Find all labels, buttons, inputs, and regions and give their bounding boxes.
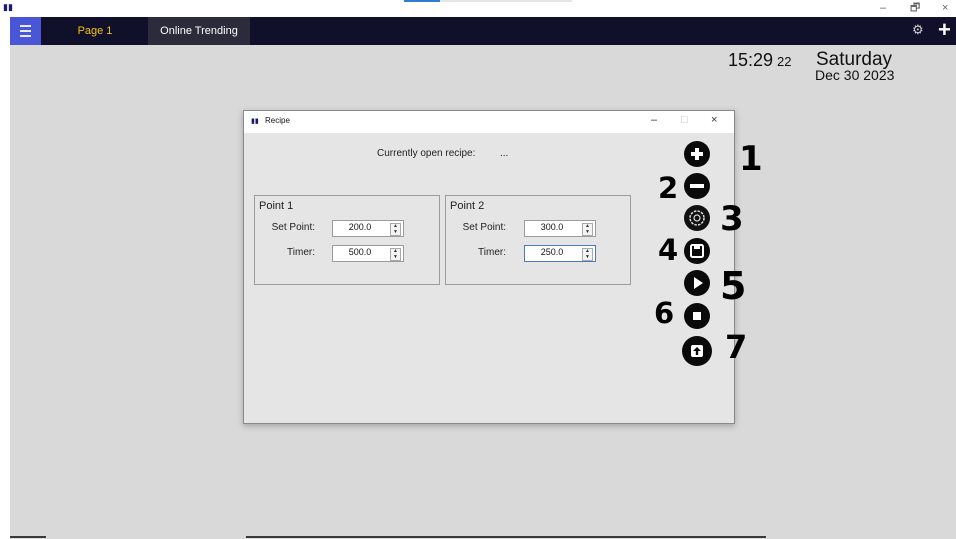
dialog-app-icon: ▮▮: [251, 118, 259, 125]
step-number-1: 1: [739, 139, 763, 179]
play-icon[interactable]: [684, 270, 710, 296]
bottom-scroll-segment: [246, 536, 766, 538]
dialog-maximize-button[interactable]: □: [681, 114, 688, 126]
open-recipe-value: ...: [500, 148, 509, 159]
open-recipe-label: Currently open recipe:: [377, 148, 476, 159]
dialog-minimize-button[interactable]: –: [651, 114, 657, 126]
point-2-timer-input[interactable]: 250.0 ▲ ▼: [524, 245, 596, 262]
recipe-dialog: ▮▮ Recipe – □ × Currently open recipe: .…: [243, 110, 763, 424]
point-1-timer-input[interactable]: 500.0 ▲ ▼: [332, 245, 404, 262]
plus-icon[interactable]: +: [938, 18, 951, 42]
clock-hours-minutes: 15:29: [728, 50, 774, 70]
title-progress-track: [440, 0, 572, 2]
point-2-timer-label: Timer:: [478, 247, 506, 258]
window-close-button[interactable]: ×: [942, 0, 948, 16]
point-2-set-point-input[interactable]: 300.0 ▲ ▼: [524, 220, 596, 237]
clock-date: Dec 30 2023: [815, 67, 895, 83]
hamburger-icon-bar: [20, 30, 31, 32]
point-2-set-point-value: 300.0: [540, 222, 564, 232]
hamburger-icon: [20, 25, 31, 27]
gear-icon[interactable]: ⚙: [912, 22, 924, 38]
upload-icon[interactable]: [682, 336, 712, 366]
save-icon[interactable]: [684, 238, 710, 264]
step-number-6: 6: [654, 296, 675, 330]
recipe-dialog-title: Recipe: [265, 116, 290, 125]
step-number-4: 4: [658, 233, 679, 267]
point-2-set-point-label: Set Point:: [462, 222, 506, 233]
clock-seconds: 22: [777, 54, 792, 69]
point-2-title: Point 2: [450, 200, 485, 212]
step-number-7: 7: [725, 328, 748, 366]
dialog-close-button[interactable]: ×: [711, 114, 717, 126]
spinner-arrows[interactable]: ▲ ▼: [582, 248, 593, 261]
step-number-5: 5: [720, 264, 747, 308]
app-logo-icon: ▮▮: [3, 2, 13, 12]
step-number-2: 2: [658, 171, 679, 205]
point-1-set-point-input[interactable]: 200.0 ▲ ▼: [332, 220, 404, 237]
point-1-set-point-value: 200.0: [348, 222, 372, 232]
bottom-scroll-segment: [10, 536, 46, 538]
point-2-group: Point 2 Set Point: 300.0 ▲ ▼ Timer: 250.0…: [445, 195, 631, 285]
point-1-set-point-label: Set Point:: [271, 222, 315, 233]
clock-time: 15:29 22: [728, 50, 792, 71]
title-progress-bar: [404, 0, 440, 2]
remove-circle-icon[interactable]: [684, 173, 710, 199]
top-toolbar: Page 1 Online Trending ⚙ +: [10, 17, 956, 45]
recipe-dialog-title-bar[interactable]: ▮▮ Recipe – □ ×: [244, 111, 734, 133]
spinner-arrows[interactable]: ▲ ▼: [582, 223, 593, 236]
point-1-timer-label: Timer:: [287, 247, 315, 258]
spinner-arrows[interactable]: ▲ ▼: [390, 248, 401, 261]
window-minimize-button[interactable]: –: [880, 0, 886, 16]
hamburger-icon-bar: [20, 35, 31, 37]
point-1-timer-value: 500.0: [348, 247, 372, 257]
hamburger-menu-button[interactable]: [10, 17, 41, 45]
point-1-group: Point 1 Set Point: 200.0 ▲ ▼ Timer: 500.0…: [254, 195, 440, 285]
window-restore-button[interactable]: 🗗: [910, 0, 920, 16]
step-number-3: 3: [720, 199, 744, 239]
point-1-title: Point 1: [259, 200, 294, 212]
tab-online-trending[interactable]: Online Trending: [148, 17, 250, 45]
tab-page-1[interactable]: Page 1: [42, 17, 148, 45]
window-title-bar: ▮▮ – 🗗 ×: [0, 0, 956, 16]
add-circle-icon[interactable]: [684, 141, 710, 167]
point-2-timer-value: 250.0: [540, 247, 564, 257]
spinner-arrows[interactable]: ▲ ▼: [390, 223, 401, 236]
settings-gear-icon[interactable]: [684, 205, 710, 231]
stop-icon[interactable]: [684, 303, 710, 329]
